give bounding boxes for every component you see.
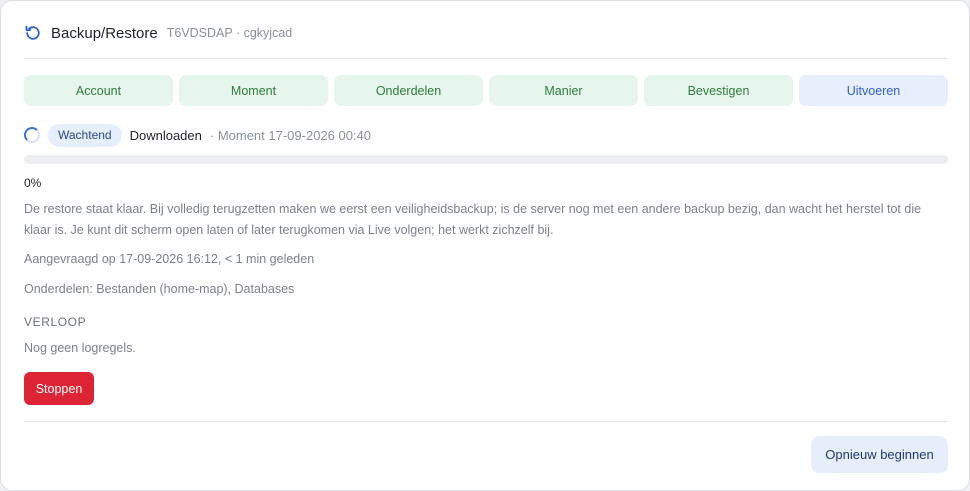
footer-divider — [24, 421, 948, 422]
status-row: Wachtend Downloaden · Moment 17-09-2026 … — [24, 123, 371, 147]
status-moment: · Moment 17-09-2026 00:40 — [209, 127, 372, 143]
requested-text: Aangevraagd op 17-09-2026 16:12, < 1 min… — [24, 252, 315, 266]
step-account[interactable]: Account — [24, 75, 173, 106]
log-empty-text: Nog geen logregels. — [24, 341, 136, 355]
header-divider — [24, 58, 948, 59]
log-title: VERLOOP — [24, 315, 87, 329]
restart-button[interactable]: Opnieuw beginnen — [811, 436, 948, 473]
status-badge: Wachtend — [48, 123, 122, 147]
step-bevestigen[interactable]: Bevestigen — [644, 75, 793, 106]
server-id: T6VDSDAP · cgkyjcad — [166, 26, 293, 40]
restore-card: Backup/Restore T6VDSDAP · cgkyjcad Accou… — [0, 0, 970, 491]
refresh-icon — [24, 24, 42, 42]
wizard-steps: Account Moment Onderdelen Manier Bevesti… — [24, 75, 948, 106]
step-uitvoeren[interactable]: Uitvoeren — [799, 75, 948, 106]
info-text: De restore staat klaar. Bij volledig ter… — [24, 202, 922, 237]
page-title: Backup/Restore — [51, 24, 158, 42]
card-header: Backup/Restore T6VDSDAP · cgkyjcad — [24, 21, 292, 45]
step-onderdelen[interactable]: Onderdelen — [334, 75, 483, 106]
progress-bar — [24, 155, 948, 164]
step-moment[interactable]: Moment — [179, 75, 328, 106]
progress-percent: 0% — [24, 176, 42, 190]
status-stage: Downloaden — [129, 127, 202, 143]
step-manier[interactable]: Manier — [489, 75, 638, 106]
loading-spinner-icon — [24, 127, 40, 143]
stop-button[interactable]: Stoppen — [24, 372, 94, 405]
parts-text: Onderdelen: Bestanden (home-map), Databa… — [24, 282, 295, 296]
